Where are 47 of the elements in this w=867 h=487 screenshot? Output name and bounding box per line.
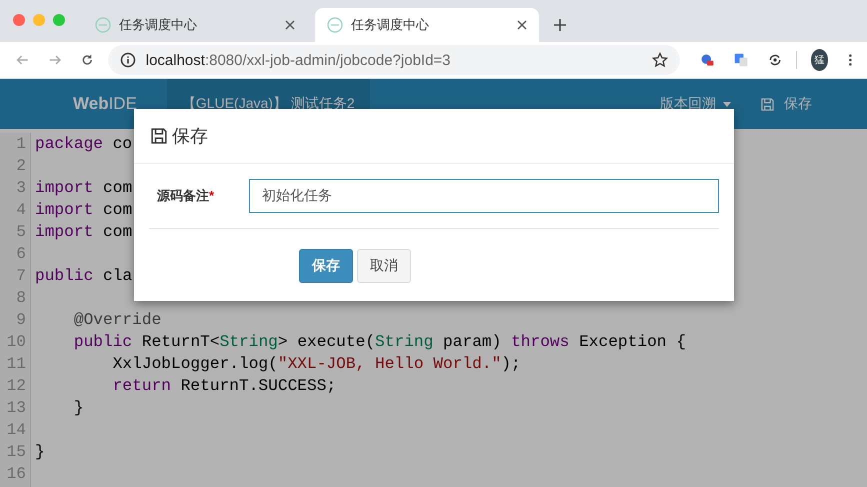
code-line: public cla — [35, 267, 132, 285]
favicon-icon — [95, 17, 111, 33]
line-number: 8 — [16, 289, 26, 307]
favicon-icon — [327, 17, 343, 33]
code-line: import com — [35, 179, 132, 197]
line-number: 11 — [6, 355, 26, 373]
code-line: } — [72, 399, 84, 417]
browser-tab[interactable]: 任务调度中心 — [315, 8, 539, 42]
code-line: import com — [35, 201, 132, 219]
code-line: } — [35, 443, 45, 461]
cancel-button[interactable]: 取消 — [357, 249, 411, 283]
line-number: 12 — [6, 377, 26, 395]
line-number: 2 — [16, 157, 26, 175]
code-line: @Override — [72, 311, 162, 329]
browser-tab[interactable]: 任务调度中心 — [83, 8, 307, 42]
close-icon[interactable] — [285, 20, 295, 30]
code-line: import com — [35, 223, 132, 241]
close-window-dot[interactable] — [13, 14, 25, 26]
line-number: 16 — [6, 465, 26, 483]
code-line: public ReturnT<String> execute(String param) throws Exception { — [72, 333, 686, 351]
menu-icon[interactable] — [848, 52, 853, 68]
close-icon[interactable] — [517, 20, 527, 30]
line-number: 5 — [16, 223, 26, 241]
minimize-window-dot[interactable] — [33, 14, 45, 26]
address-field[interactable]: localhost:8080/xxl-job-admin/jobcode?jobId=3 — [108, 45, 680, 75]
caret-icon — [723, 102, 731, 106]
code-line: XxlJobLogger.log("XXL-JOB, Hello World."); — [112, 355, 521, 373]
line-number: 9 — [16, 311, 26, 329]
code-line: return ReturnT.SUCCESS; — [112, 377, 336, 395]
bookmark-star-icon[interactable] — [652, 52, 668, 68]
line-number: 4 — [16, 201, 26, 219]
code-line: package co — [35, 135, 132, 153]
line-number: 3 — [16, 179, 26, 197]
field-label: 源码备注* — [157, 187, 216, 205]
line-number: 13 — [6, 399, 26, 417]
new-tab-icon[interactable] — [553, 18, 567, 32]
line-number: 1 — [16, 135, 26, 153]
line-number: 14 — [6, 421, 26, 439]
remark-input-field[interactable]: 初始化任务 — [249, 179, 719, 213]
info-icon — [120, 52, 136, 68]
save-button[interactable]: 保存 — [299, 249, 353, 283]
line-number: 6 — [16, 245, 26, 263]
line-number: 10 — [6, 333, 26, 351]
line-number: 15 — [6, 443, 26, 461]
zoom-window-dot[interactable] — [53, 14, 65, 26]
profile-avatar[interactable]: 猛 — [810, 49, 828, 71]
line-number: 7 — [16, 267, 26, 285]
